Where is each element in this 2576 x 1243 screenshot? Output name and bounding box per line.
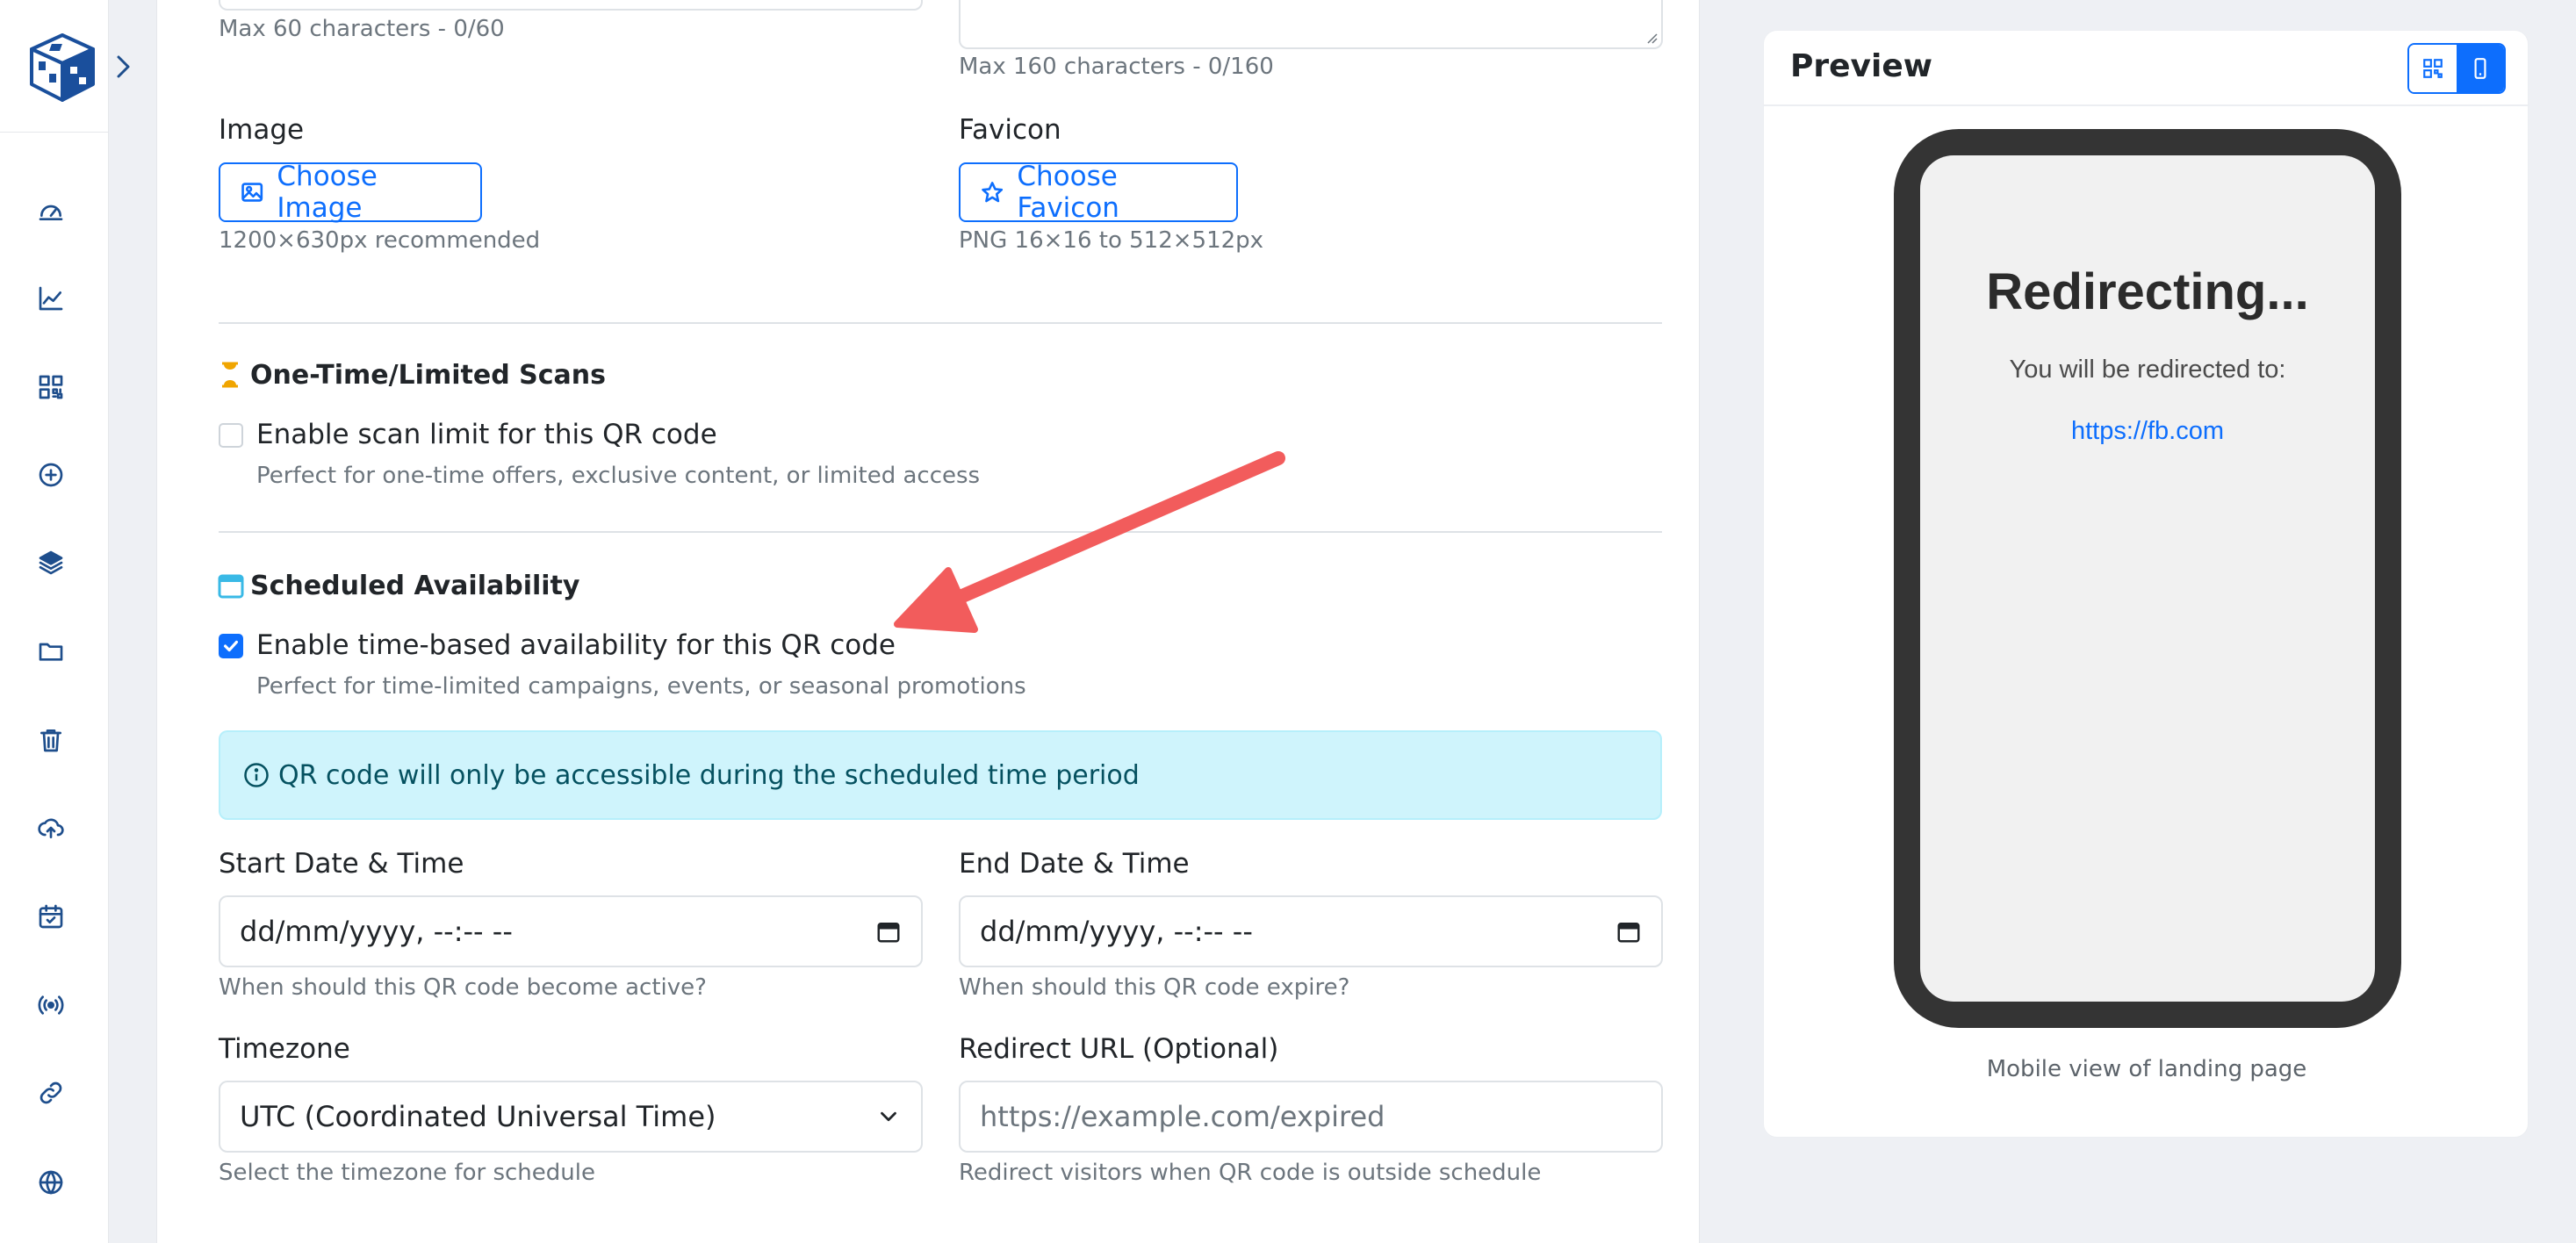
phone-screen: Redirecting... You will be redirected to…	[1920, 155, 2375, 1002]
preview-header: Preview	[1764, 31, 2529, 106]
start-datetime-hint: When should this QR code become active?	[219, 974, 707, 1001]
add-icon[interactable]	[33, 457, 68, 492]
sidebar-divider	[0, 132, 109, 133]
qr-code-icon	[2423, 59, 2443, 78]
choose-image-button[interactable]: Choose Image	[219, 161, 482, 224]
analytics-icon[interactable]	[33, 281, 68, 316]
preview-card: Preview Redirecting... You will be redir…	[1763, 30, 2529, 1138]
end-datetime-input[interactable]: dd/mm/yyyy, --:-- --	[959, 895, 1663, 967]
redirect-subtitle: You will be redirected to:	[2009, 356, 2286, 384]
timezone-select[interactable]: UTC (Coordinated Universal Time)	[219, 1081, 923, 1153]
redirect-title: Redirecting...	[1986, 263, 2309, 320]
favicon-hint: PNG 16×16 to 512×512px	[959, 227, 1264, 254]
title-input[interactable]	[219, 0, 923, 11]
choose-image-label: Choose Image	[277, 161, 378, 224]
scheduled-title: Scheduled Availability	[250, 571, 580, 601]
description-textarea[interactable]	[959, 0, 1663, 49]
schedule-help: Perfect for time-limited campaigns, even…	[256, 673, 1026, 700]
calendar-icon	[218, 572, 244, 599]
trash-icon[interactable]	[33, 722, 68, 758]
calendar-picker-icon[interactable]	[875, 918, 902, 945]
scan-limit-label[interactable]: Enable scan limit for this QR code	[256, 419, 717, 450]
preview-title: Preview	[1790, 48, 1933, 84]
image-label: Image	[219, 114, 305, 146]
mobile-view-button[interactable]	[2457, 45, 2504, 92]
layers-icon[interactable]	[33, 545, 68, 580]
title-counter: Max 60 characters - 0/60	[219, 16, 505, 42]
check-icon	[223, 640, 239, 652]
choose-favicon-label: Choose Favicon	[1017, 161, 1119, 224]
schedule-checkbox[interactable]	[219, 634, 243, 658]
preview-mode-toggle	[2407, 43, 2506, 94]
dashboard-icon[interactable]	[33, 192, 68, 227]
timezone-value: UTC (Coordinated Universal Time)	[240, 1100, 716, 1133]
schedule-label[interactable]: Enable time-based availability for this …	[256, 629, 896, 661]
phone-frame: Redirecting... You will be redirected to…	[1894, 129, 2401, 1028]
redirect-url-placeholder: https://example.com/expired	[980, 1100, 1385, 1133]
calendar-picker-icon[interactable]	[1615, 918, 1642, 945]
sidebar	[0, 0, 109, 1243]
end-datetime-label: End Date & Time	[959, 848, 1190, 880]
hourglass-icon	[219, 362, 241, 388]
start-datetime-input[interactable]: dd/mm/yyyy, --:-- --	[219, 895, 923, 967]
star-icon	[982, 182, 1004, 203]
calendar-check-icon[interactable]	[33, 899, 68, 934]
section-divider	[219, 322, 1662, 324]
globe-icon[interactable]	[33, 1165, 68, 1200]
choose-favicon-button[interactable]: Choose Favicon	[959, 161, 1238, 224]
link-icon[interactable]	[33, 1075, 68, 1110]
cloud-upload-icon[interactable]	[33, 810, 68, 845]
limited-scans-title: One-Time/Limited Scans	[250, 360, 606, 391]
chevron-right-icon	[117, 55, 130, 78]
timezone-label: Timezone	[219, 1033, 350, 1065]
timezone-hint: Select the timezone for schedule	[219, 1160, 595, 1186]
image-hint: 1200×630px recommended	[219, 227, 541, 254]
chevron-down-icon	[881, 1111, 896, 1122]
phone-icon	[2474, 58, 2486, 79]
redirect-url-label: Redirect URL (Optional)	[959, 1033, 1279, 1065]
scan-limit-help: Perfect for one-time offers, exclusive c…	[256, 463, 981, 489]
sidebar-expand-button[interactable]	[111, 49, 137, 84]
redirect-url-input[interactable]: https://example.com/expired	[959, 1081, 1663, 1153]
start-datetime-label: Start Date & Time	[219, 848, 464, 880]
image-icon	[241, 183, 263, 202]
redirect-link[interactable]: https://fb.com	[1920, 417, 2375, 446]
end-datetime-value: dd/mm/yyyy, --:-- --	[980, 915, 1253, 948]
start-datetime-value: dd/mm/yyyy, --:-- --	[240, 915, 513, 948]
end-datetime-hint: When should this QR code expire?	[959, 974, 1350, 1001]
qr-code-icon[interactable]	[33, 370, 68, 405]
description-counter: Max 160 characters - 0/160	[959, 54, 1274, 80]
preview-caption: Mobile view of landing page	[1986, 1056, 2307, 1082]
folder-icon[interactable]	[33, 634, 68, 669]
section-divider	[219, 531, 1662, 533]
qr-view-button[interactable]	[2409, 45, 2457, 92]
scan-limit-checkbox[interactable]	[219, 423, 243, 448]
info-icon	[244, 763, 269, 787]
schedule-info-alert: QR code will only be accessible during t…	[219, 730, 1662, 820]
broadcast-icon[interactable]	[33, 988, 68, 1023]
favicon-label: Favicon	[959, 114, 1061, 146]
resize-grip-icon[interactable]	[1645, 32, 1658, 44]
app-logo[interactable]	[26, 32, 98, 104]
schedule-info-text: QR code will only be accessible during t…	[278, 759, 1140, 791]
redirect-url-hint: Redirect visitors when QR code is outsid…	[959, 1160, 1542, 1186]
